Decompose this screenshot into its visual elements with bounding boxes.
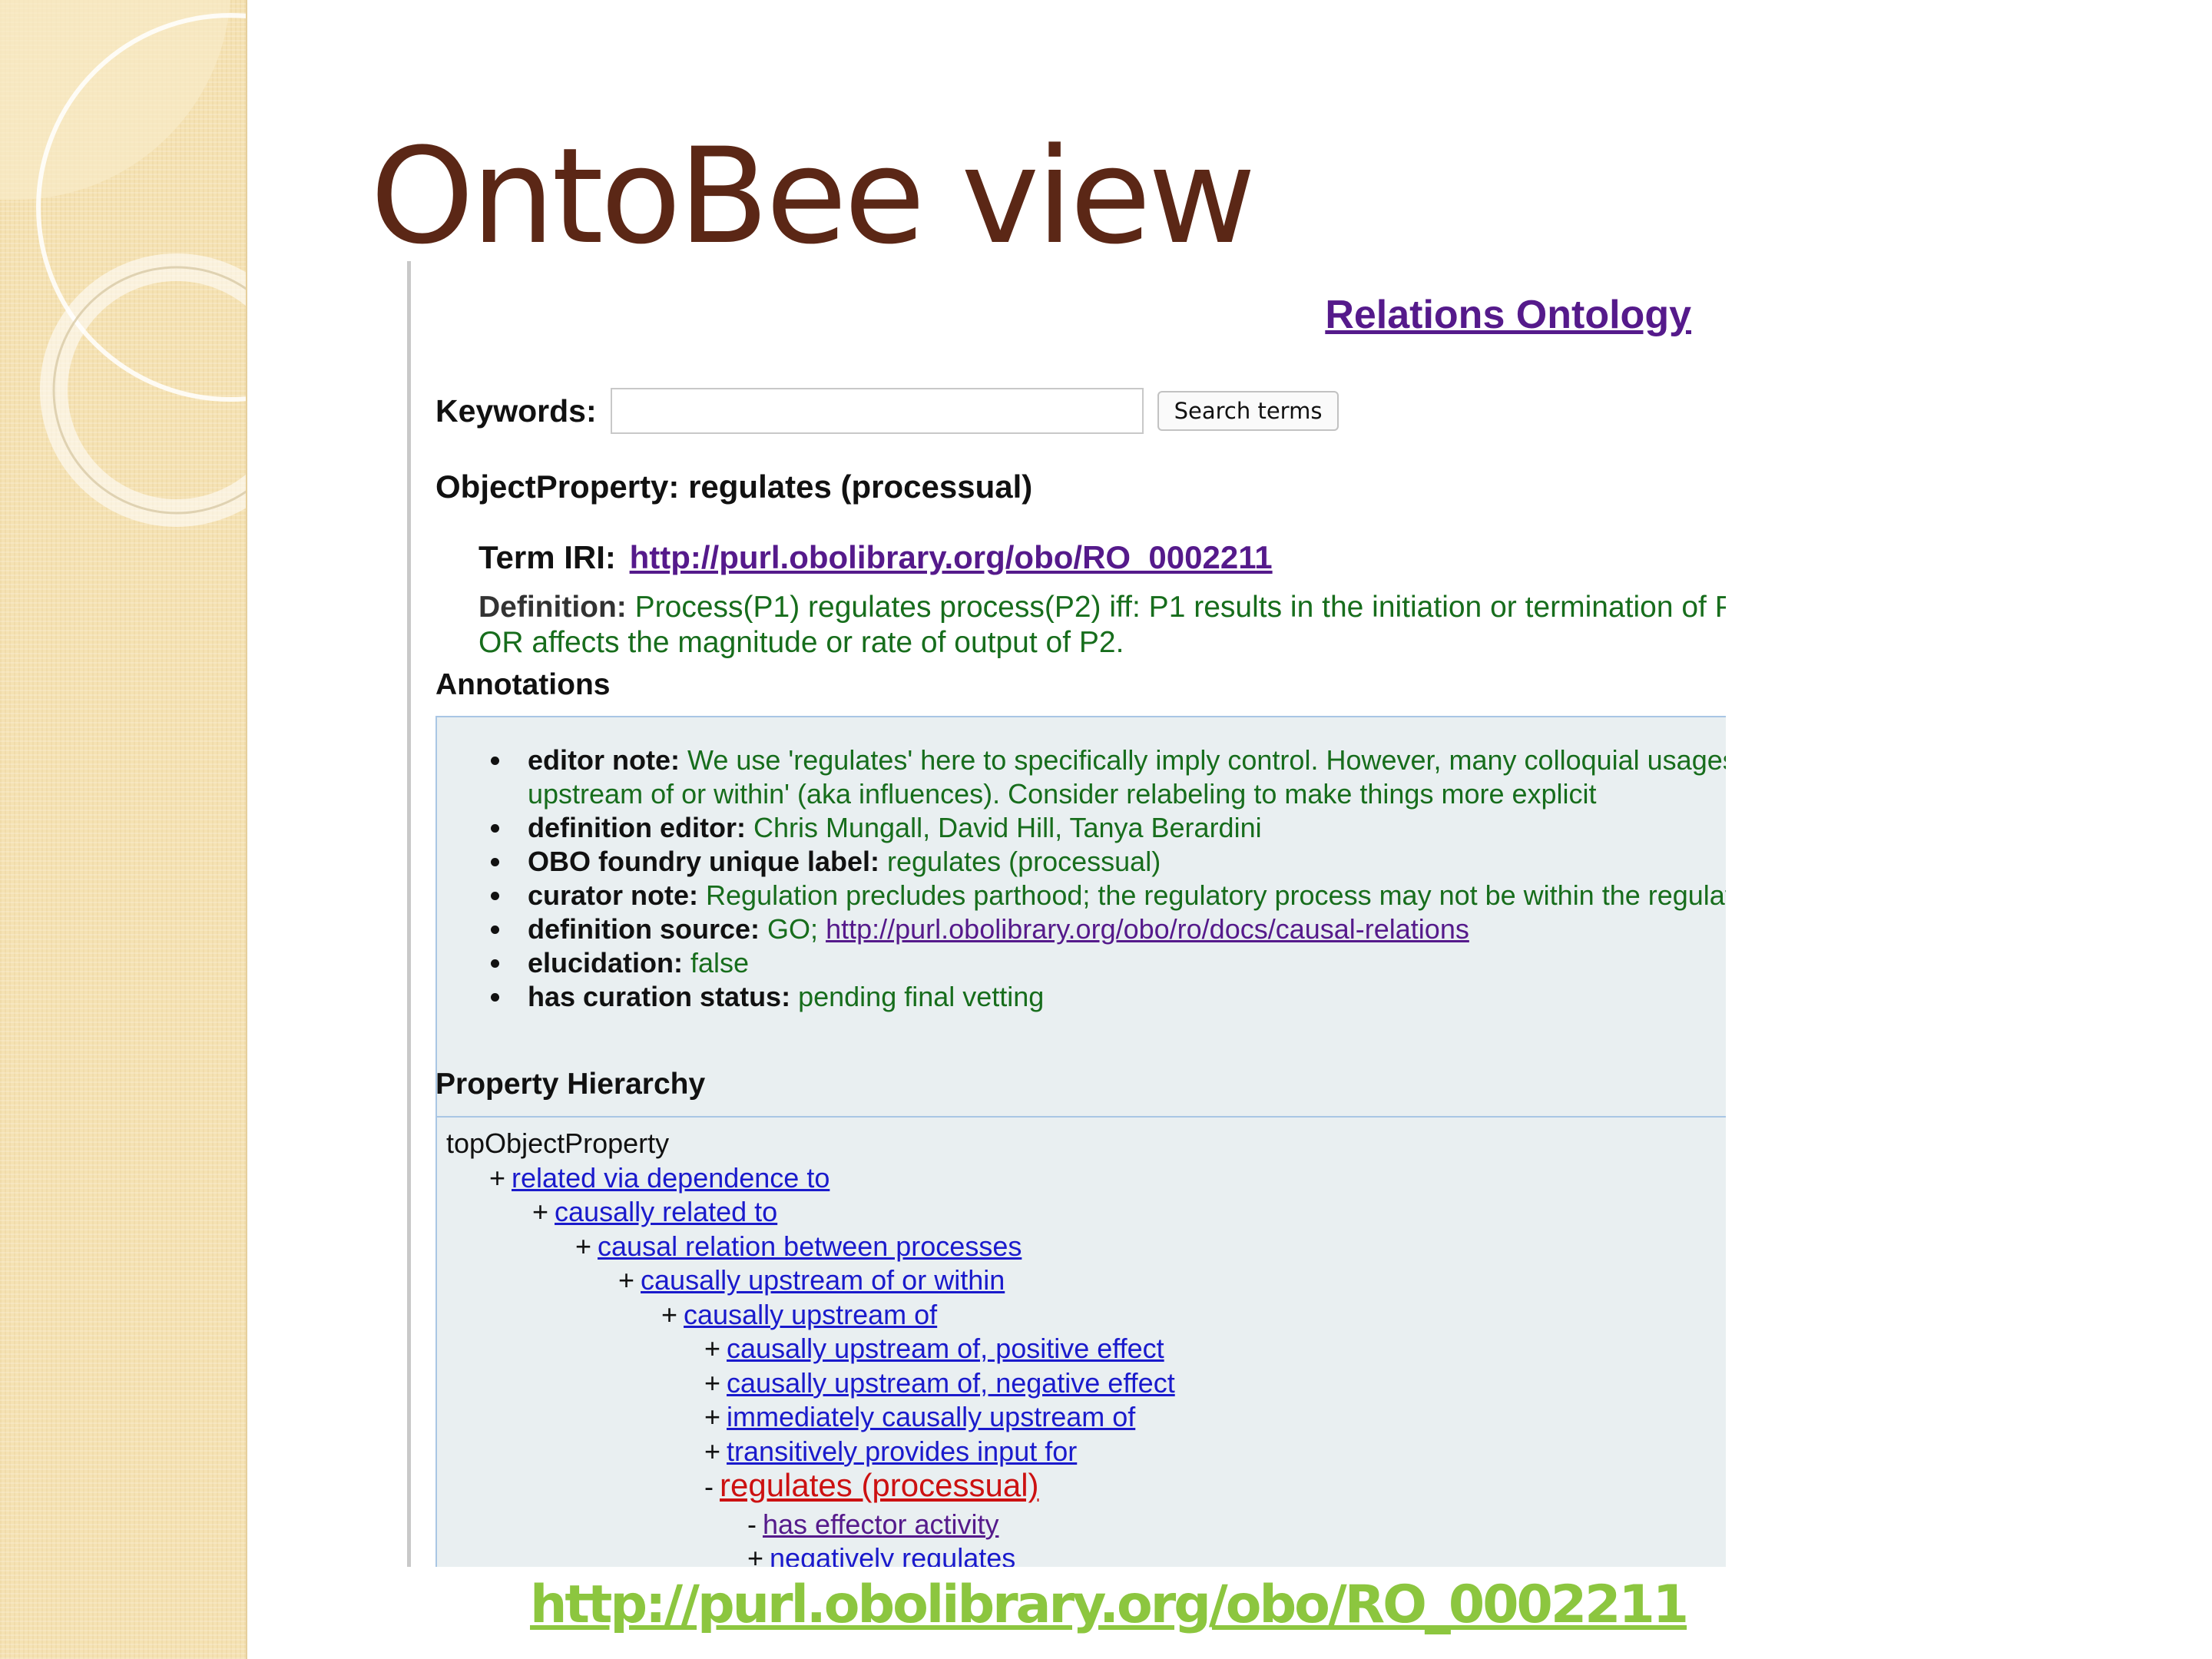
slide: OntoBee view Relations Ontology Keywords… [0, 0, 2212, 1659]
hierarchy-row: - has effector activity [747, 1508, 998, 1541]
decorative-left-band [0, 0, 247, 1659]
property-hierarchy-title: Property Hierarchy [435, 1068, 706, 1101]
object-property-name: regulates (processual) [688, 469, 1033, 505]
hierarchy-current-term[interactable]: regulates (processual) [720, 1467, 1039, 1503]
hierarchy-term-link[interactable]: immediately causally upstream of [727, 1401, 1135, 1432]
term-iri-link[interactable]: http://purl.obolibrary.org/obo/RO_000221… [630, 539, 1273, 575]
annotation-label: OBO foundry unique label: [528, 846, 879, 877]
hierarchy-term-link[interactable]: causally upstream of [684, 1299, 937, 1330]
hierarchy-term-link[interactable]: causally upstream of, negative effect [727, 1367, 1175, 1399]
hierarchy-term-link[interactable]: transitively provides input for [727, 1435, 1077, 1467]
annotation-label: has curation status: [528, 981, 791, 1012]
hierarchy-row: topObjectProperty [446, 1127, 669, 1161]
annotation-label: definition source: [528, 913, 760, 945]
annotation-item: has curation status: pending final vetti… [485, 980, 1726, 1014]
annotation-item: definition source: GO; http://purl.oboli… [485, 912, 1726, 946]
annotation-value: regulates (processual) [887, 846, 1161, 877]
hierarchy-term-link[interactable]: causally upstream of, positive effect [727, 1333, 1164, 1364]
expand-icon: + [704, 1333, 721, 1364]
expand-icon: + [704, 1435, 721, 1467]
definition: Definition: Process(P1) regulates proces… [478, 590, 1726, 661]
annotation-value: GO; [767, 913, 819, 945]
expand-icon: + [704, 1401, 721, 1432]
hierarchy-row: + transitively provides input for [704, 1435, 1077, 1469]
annotation-item: elucidation: false [485, 946, 1726, 980]
annotation-value: false [690, 947, 750, 979]
property-hierarchy-panel: topObjectProperty + related via dependence… [435, 1116, 1726, 1567]
decorative-rings [0, 0, 246, 527]
hierarchy-term-link[interactable]: related via dependence to [512, 1162, 830, 1194]
annotation-value: pending final vetting [798, 981, 1045, 1012]
annotation-label: curator note: [528, 879, 699, 911]
footer-url-link[interactable]: http://purl.obolibrary.org/obo/RO_000221… [530, 1575, 1689, 1635]
annotation-item: editor note: We use 'regulates' here to … [485, 743, 1726, 811]
expand-icon: + [618, 1264, 635, 1296]
hierarchy-row: - regulates (processual) [704, 1469, 1039, 1504]
annotation-value: Chris Mungall, David Hill, Tanya Berardi… [753, 812, 1262, 843]
expand-icon: + [532, 1196, 549, 1227]
annotation-label: editor note: [528, 744, 680, 776]
hierarchy-term-link[interactable]: causally upstream of or within [641, 1264, 1005, 1296]
expand-icon: + [747, 1542, 764, 1567]
object-property-label: ObjectProperty: [435, 469, 680, 505]
ontobee-screenshot: Relations Ontology Keywords: Search term… [407, 261, 1726, 1567]
hierarchy-row: + causally upstream of or within [618, 1263, 1005, 1297]
annotation-value: We use 'regulates' here to specifically … [687, 744, 1726, 776]
keywords-label: Keywords: [435, 392, 597, 429]
hierarchy-row: + causal relation between processes [575, 1230, 1022, 1263]
collapse-icon: - [747, 1508, 757, 1540]
definition-label: Definition: [478, 591, 627, 624]
term-iri-row: Term IRI: http://purl.obolibrary.org/obo… [478, 539, 1273, 576]
hierarchy-term-link[interactable]: negatively regulates [770, 1542, 1015, 1567]
hierarchy-row: + causally upstream of [661, 1298, 937, 1332]
annotation-value: Regulation precludes parthood; the regul… [706, 879, 1726, 911]
definition-source-link[interactable]: http://purl.obolibrary.org/obo/ro/docs/c… [826, 913, 1469, 945]
hierarchy-term-link[interactable]: causal relation between processes [598, 1230, 1022, 1262]
hierarchy-row: + causally upstream of, positive effect [704, 1332, 1164, 1366]
annotation-item: curator note: Regulation precludes parth… [485, 879, 1726, 912]
search-terms-button[interactable]: Search terms [1157, 391, 1339, 431]
slide-title: OntoBee view [370, 119, 1256, 273]
ontology-title-link[interactable]: Relations Ontology [1325, 292, 1691, 338]
annotation-label: elucidation: [528, 947, 684, 979]
keywords-input[interactable] [610, 388, 1144, 434]
definition-text: Process(P1) regulates process(P2) iff: P… [478, 591, 1726, 659]
hierarchy-term-link[interactable]: causally related to [555, 1196, 777, 1227]
term-iri-label: Term IRI: [478, 539, 616, 575]
hierarchy-root-label: topObjectProperty [446, 1128, 670, 1159]
expand-icon: + [575, 1230, 592, 1262]
search-bar: Keywords: Search terms [435, 388, 1339, 434]
hierarchy-row: + immediately causally upstream of [704, 1400, 1135, 1434]
hierarchy-row: + related via dependence to [489, 1161, 830, 1195]
expand-icon: + [661, 1298, 678, 1330]
hierarchy-row: + negatively regulates [747, 1541, 1015, 1567]
annotation-value-continued: upstream of or within' (aka influences).… [528, 778, 1597, 810]
annotation-item: definition editor: Chris Mungall, David … [485, 811, 1726, 845]
object-property-heading: ObjectProperty: regulates (processual) [435, 469, 1032, 505]
expand-icon: + [704, 1366, 721, 1399]
expand-icon: + [489, 1161, 506, 1194]
annotation-item: OBO foundry unique label: regulates (pro… [485, 845, 1726, 879]
collapse-icon: - [704, 1471, 714, 1502]
hierarchy-row: + causally upstream of, negative effect [704, 1366, 1175, 1400]
annotation-label: definition editor: [528, 812, 746, 843]
hierarchy-row: + causally related to [532, 1195, 777, 1229]
hierarchy-term-link[interactable]: has effector activity [763, 1508, 998, 1540]
annotations-title: Annotations [435, 668, 611, 701]
annotations-list: editor note: We use 'regulates' here to … [485, 743, 1726, 1014]
